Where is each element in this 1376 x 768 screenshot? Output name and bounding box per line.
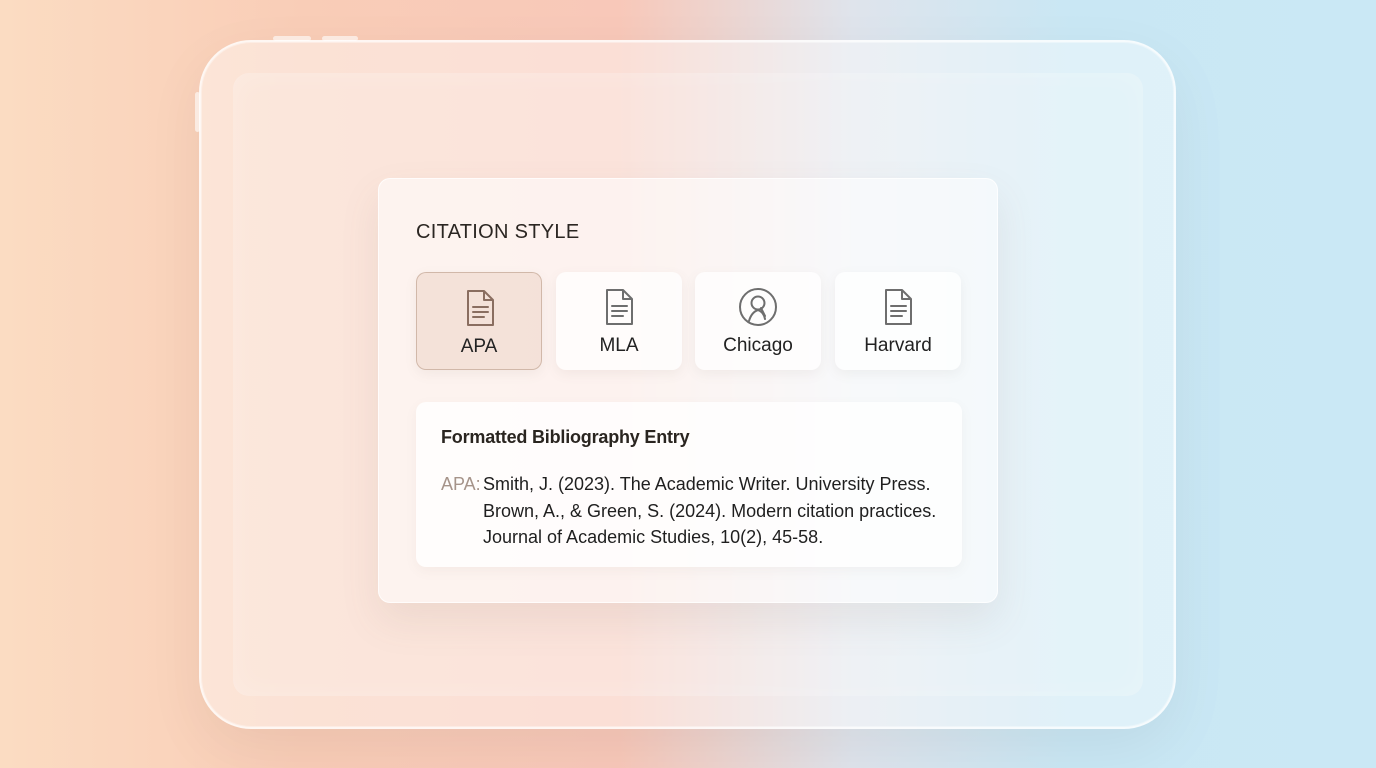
entry-heading: Formatted Bibliography Entry [441,427,690,447]
style-option-label: MLA [599,335,639,356]
profile-circle-icon [739,288,777,326]
document-icon [467,290,494,326]
entry-line: Journal of Academic Studies, 10(2), 45-5… [483,527,824,547]
entry-line: Brown, A., & Green, S. (2024). Modern ci… [483,501,937,521]
bibliography-entry-box: Formatted Bibliography Entry APA: Smith,… [416,402,962,567]
style-option-label: APA [460,336,498,357]
panel-title: CITATION STYLE [416,221,580,243]
style-option-chicago[interactable]: Chicago [695,272,821,370]
document-icon [885,289,912,325]
citation-style-panel: CITATION STYLE APA MLA Chicago Harvard F… [378,178,998,603]
document-icon [606,289,633,325]
tablet-top-button [322,36,358,41]
style-option-harvard[interactable]: Harvard [835,272,961,370]
entry-line: Smith, J. (2023). The Academic Writer. U… [483,474,931,494]
tablet-top-button [273,36,311,41]
style-option-label: Harvard [864,335,932,356]
tablet-side-button [195,92,200,132]
style-option-label: Chicago [723,335,793,356]
style-option-apa[interactable]: APA [416,272,542,370]
entry-style-prefix: APA: [441,474,481,494]
style-option-mla[interactable]: MLA [556,272,682,370]
